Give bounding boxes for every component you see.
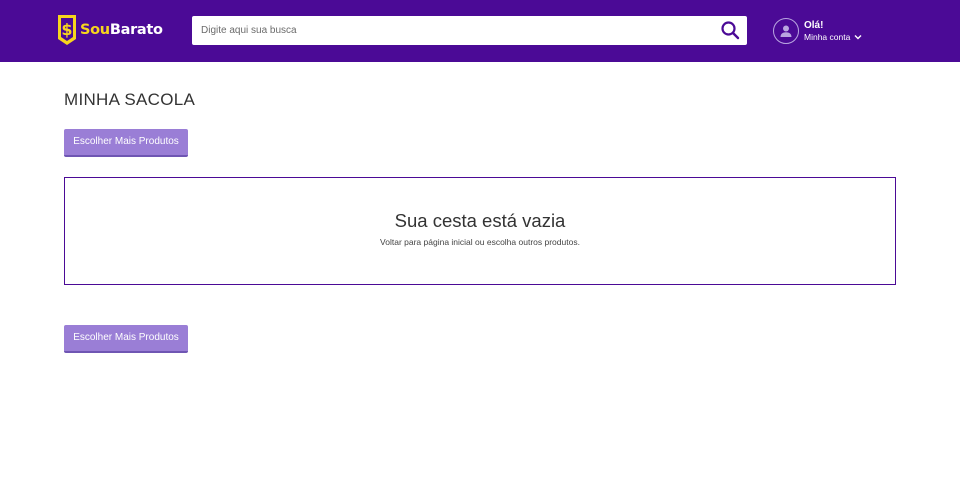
user-icon [780,25,792,37]
search-input[interactable] [192,16,712,45]
empty-cart-title: Sua cesta está vazia [394,210,566,231]
brand-name: SouBarato [80,22,163,38]
page-title: MINHA SACOLA [64,90,196,109]
search-button[interactable] [719,19,741,41]
svg-text:$: $ [61,20,72,39]
dollar-badge-icon: $ [58,15,76,45]
search-icon [721,21,740,40]
choose-more-products-button[interactable]: Escolher Mais Produtos [64,129,188,157]
my-account-label: Minha conta [804,31,851,42]
brand-logo[interactable]: $ SouBarato [57,14,163,46]
chevron-down-icon [854,35,862,40]
choose-more-products-button-bottom[interactable]: Escolher Mais Produtos [64,325,188,353]
my-account-link[interactable]: Minha conta [804,32,862,42]
account-text: Olá! Minha conta [804,20,862,42]
greeting-text: Olá! [804,19,824,31]
avatar [773,18,799,44]
account-menu[interactable]: Olá! Minha conta [773,17,862,45]
site-header: $ SouBarato Olá! Minha conta [0,0,960,62]
search-bar [192,16,747,45]
empty-cart-panel: Sua cesta está vazia Voltar para página … [64,177,896,285]
empty-cart-subtitle: Voltar para página inicial ou escolha ou… [380,237,580,247]
